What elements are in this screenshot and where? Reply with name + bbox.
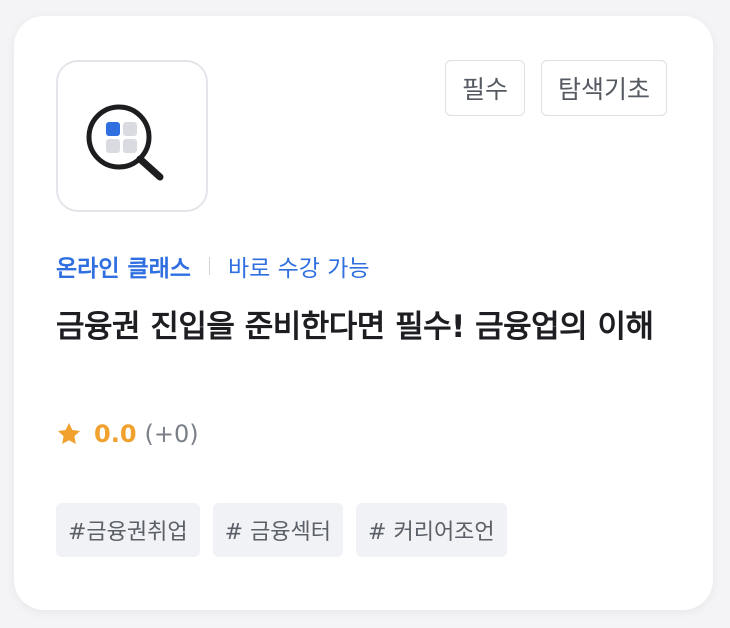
rating-score: 0.0: [94, 420, 137, 448]
magnifier-grid-icon: [86, 104, 164, 181]
course-title[interactable]: 금융권 진입을 준비한다면 필수! 금융업의 이해: [56, 304, 676, 350]
rating-count: (+0): [144, 420, 199, 448]
badge-basic-exploration: 탐색기초: [540, 60, 667, 116]
star-icon: [57, 422, 81, 444]
course-card[interactable]: 필수 탐색기초 온라인 클래스 바로 수강 가능 금융권 진입을 준비한다면 필…: [14, 16, 713, 610]
badge-required: 필수: [444, 60, 525, 116]
course-category: 온라인 클래스: [56, 256, 191, 282]
course-thumbnail: [56, 60, 208, 212]
course-rating: 0.0 (+0): [56, 420, 199, 448]
hashtag-career-advice[interactable]: # 커리어조언: [356, 503, 507, 557]
hashtag-finance-job[interactable]: #금융권취업: [56, 503, 200, 557]
course-availability: 바로 수강 가능: [227, 256, 370, 282]
hashtag-list: #금융권취업 # 금융섹터 # 커리어조언: [56, 503, 507, 557]
course-badges: 필수 탐색기초: [444, 60, 667, 116]
course-meta: 온라인 클래스 바로 수강 가능: [56, 249, 370, 283]
hashtag-finance-sector[interactable]: # 금융섹터: [212, 503, 344, 557]
meta-divider: [208, 257, 210, 275]
